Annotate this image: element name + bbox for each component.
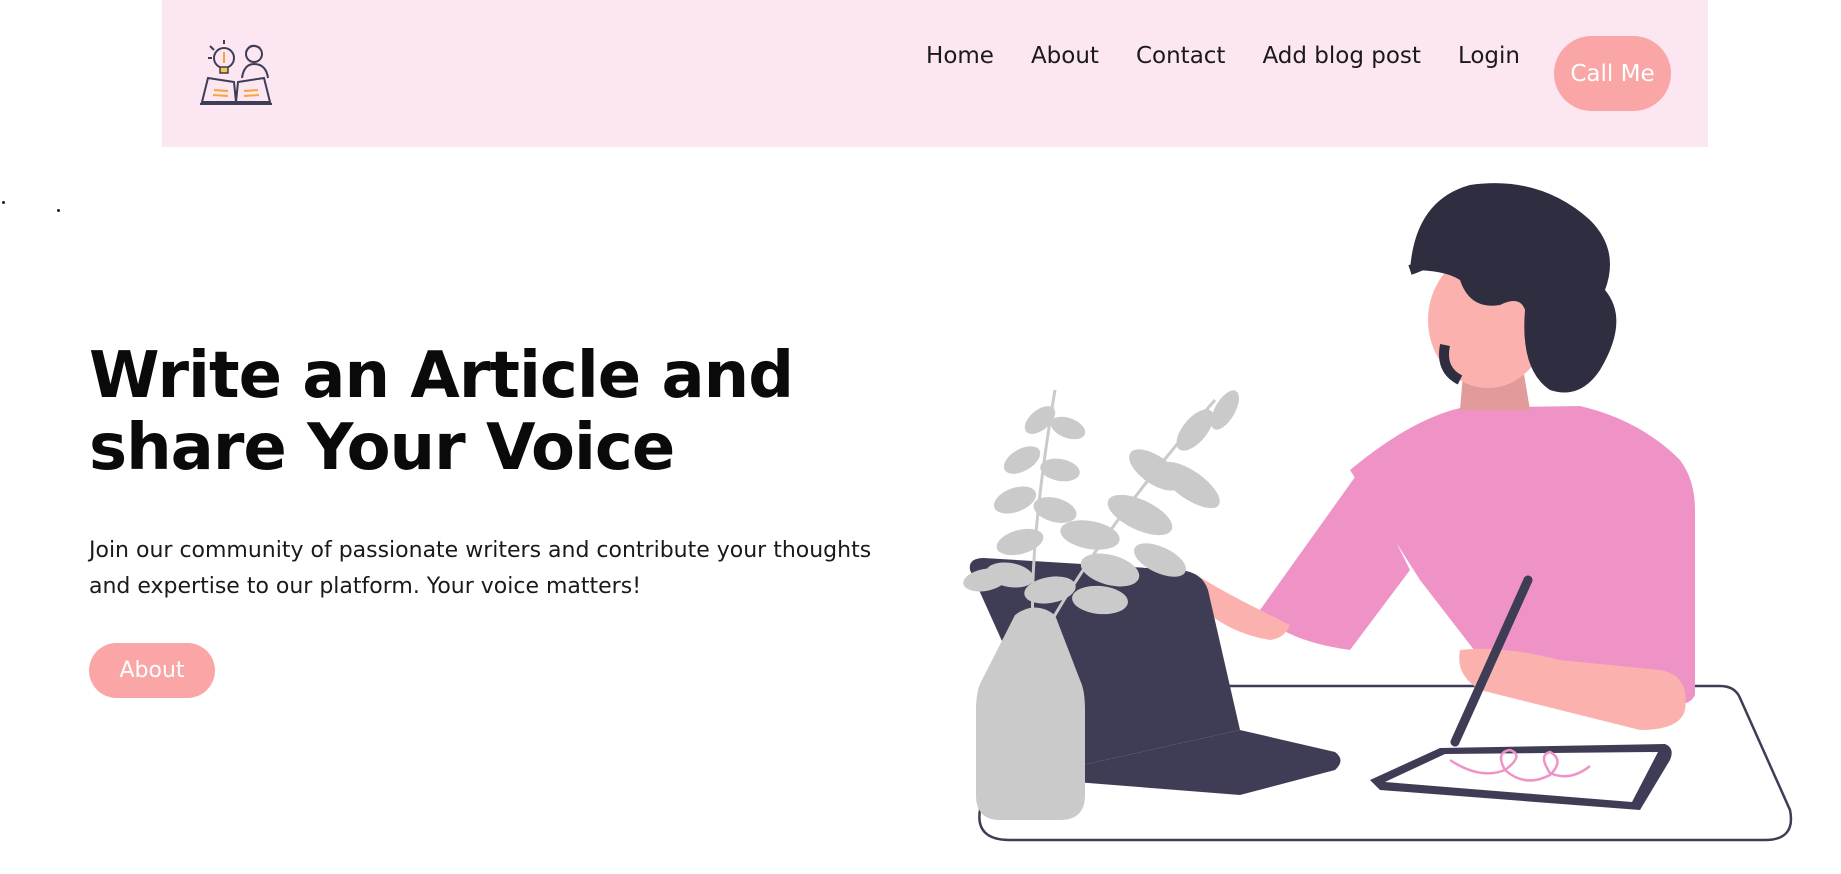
- nav-contact-link[interactable]: Contact: [1136, 40, 1225, 72]
- call-me-button[interactable]: Call Me: [1554, 36, 1671, 111]
- stray-dot: [2, 201, 5, 204]
- hero-title-line-1: Write an Article and: [89, 339, 794, 413]
- navbar: Home About Contact Add blog post Login C…: [162, 0, 1708, 147]
- about-button[interactable]: About: [89, 643, 215, 698]
- hero-title: Write an Article and share Your Voice: [89, 340, 909, 484]
- nav-add-blog-post-link[interactable]: Add blog post: [1262, 40, 1420, 72]
- main-nav: Home About Contact Add blog post Login: [926, 40, 1520, 72]
- nav-login-link[interactable]: Login: [1458, 40, 1520, 72]
- nav-about-link[interactable]: About: [1031, 40, 1099, 72]
- hero-description: Join our community of passionate writers…: [89, 538, 872, 599]
- page: Home About Contact Add blog post Login C…: [0, 0, 1841, 874]
- logo-icon[interactable]: [198, 38, 276, 110]
- nav-home-link[interactable]: Home: [926, 40, 994, 72]
- hero-title-line-2: share Your Voice: [89, 411, 675, 485]
- woman-writing-illustration: [940, 170, 1800, 850]
- stray-dot: [57, 209, 60, 212]
